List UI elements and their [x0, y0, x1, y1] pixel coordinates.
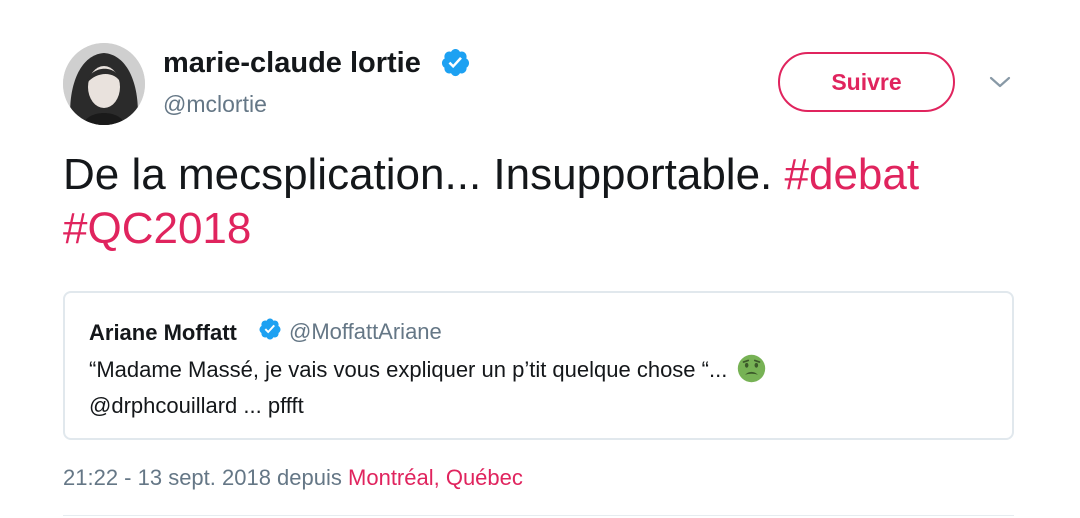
avatar-photo: [63, 43, 145, 125]
quoted-handle: @MoffattAriane: [289, 319, 442, 344]
divider: [63, 515, 1014, 516]
tweet-body: De la mecsplication... Insupportable.: [63, 150, 773, 199]
hashtag-link[interactable]: #QC2018: [63, 204, 251, 253]
chevron-down-icon[interactable]: [985, 70, 1015, 94]
tweet-text: De la mecsplication... Insupportable. #d…: [63, 148, 1023, 256]
location-link[interactable]: Montréal, Québec: [348, 465, 523, 490]
author-display-name[interactable]: marie-claude lortie: [163, 47, 421, 80]
nauseated-face-emoji-icon: [738, 354, 766, 382]
avatar[interactable]: [63, 43, 145, 125]
quoted-tweet-text: “Madame Massé, je vais vous expliquer un…: [89, 352, 989, 424]
hashtag-link[interactable]: #debat: [785, 150, 920, 199]
time-date[interactable]: 21:22 - 13 sept. 2018 depuis: [63, 465, 342, 490]
quoted-tweet-card[interactable]: Ariane Moffatt @MoffattAriane “Madame Ma…: [63, 291, 1014, 440]
quoted-text-line1: “Madame Massé, je vais vous expliquer un…: [89, 357, 728, 382]
follow-button[interactable]: Suivre: [778, 52, 955, 112]
mention-link[interactable]: @drphcouillard ... pffft: [89, 393, 304, 418]
verified-badge-icon: [259, 318, 281, 340]
tweet-timestamp: 21:22 - 13 sept. 2018 depuis Montréal, Q…: [63, 465, 523, 491]
author-handle[interactable]: @mclortie: [163, 91, 267, 118]
quoted-display-name: Ariane Moffatt: [89, 320, 237, 345]
verified-badge-icon: [441, 48, 470, 77]
